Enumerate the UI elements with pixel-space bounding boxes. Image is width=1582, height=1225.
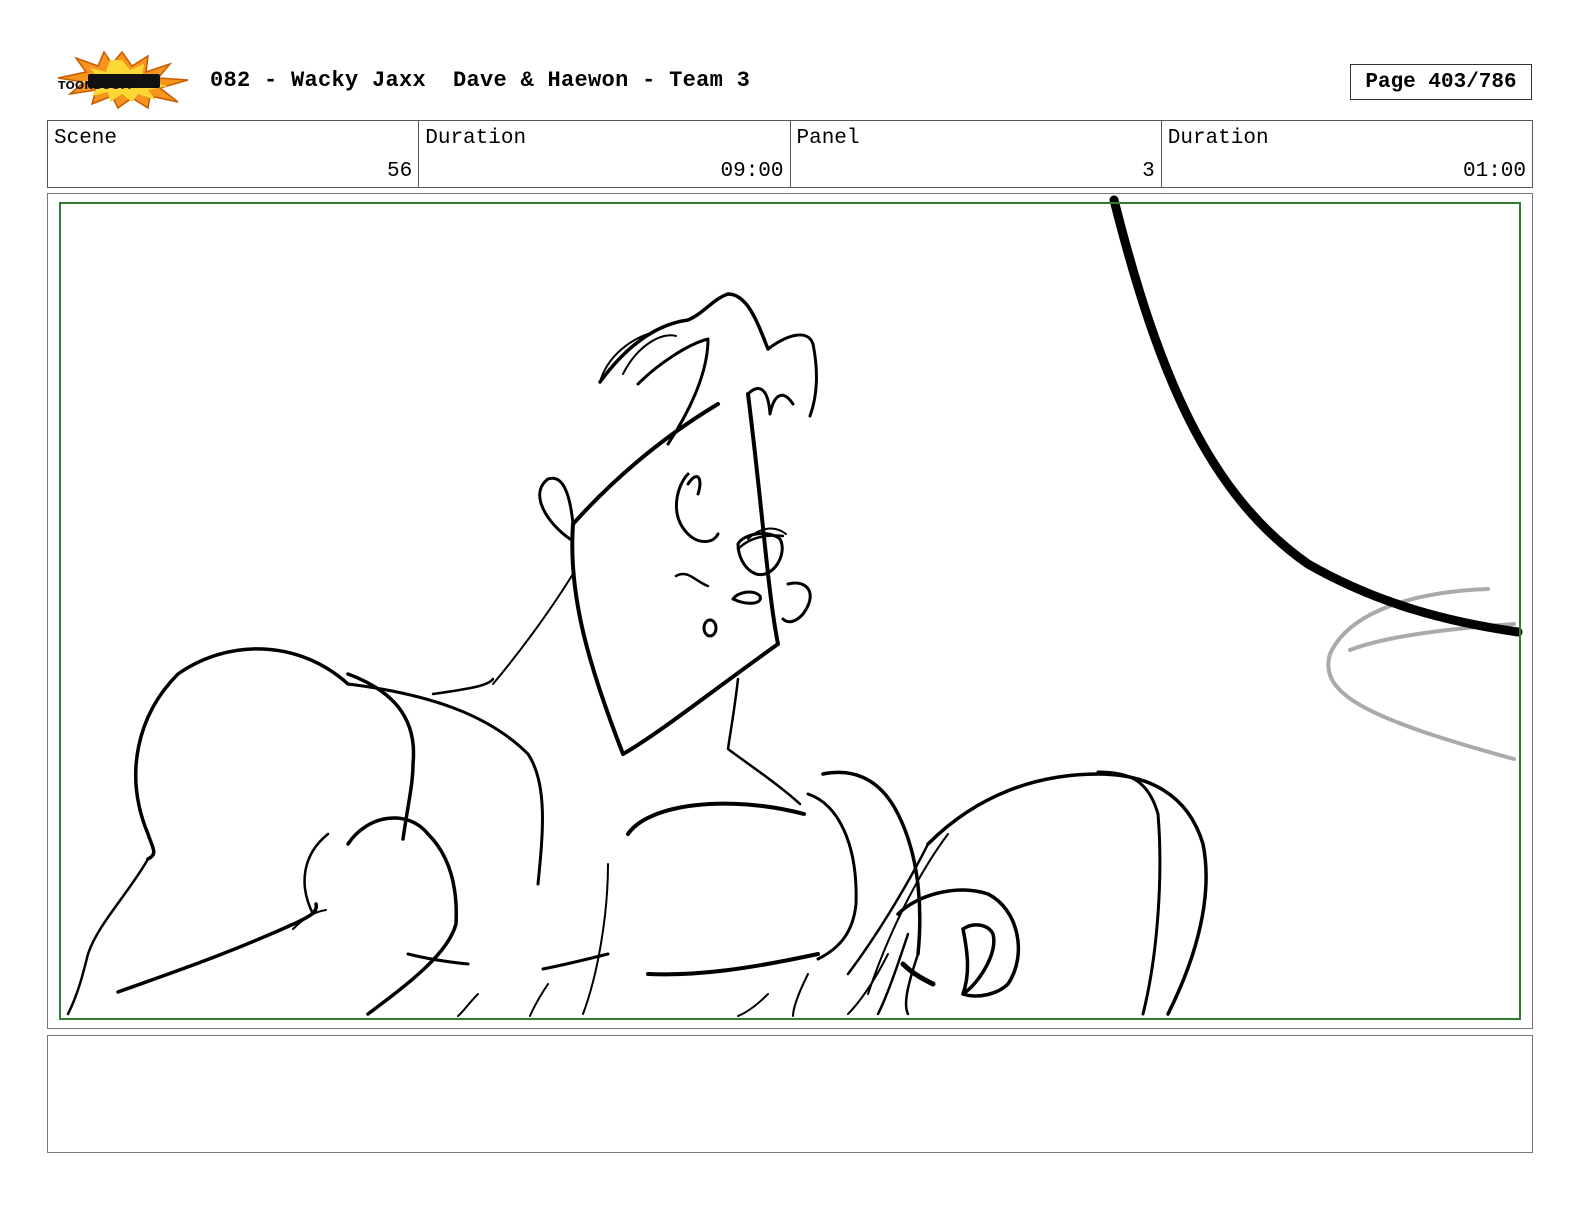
panel-image-frame (47, 193, 1533, 1029)
panel-notes-box (47, 1035, 1533, 1153)
storyboard-title: 082 - Wacky Jaxx Dave & Haewon - Team 3 (210, 68, 751, 93)
panel-sketch (66, 195, 1523, 1017)
toonboom-logo: TOONBOOM (57, 50, 189, 110)
panel-duration-cell: Duration 01:00 (1162, 121, 1532, 187)
panel-duration-value: 01:00 (1462, 160, 1526, 183)
scene-cell: Scene 56 (48, 121, 420, 187)
scene-label: Scene (54, 127, 118, 150)
scene-duration-value: 09:00 (720, 160, 784, 183)
panel-info-row: Scene 56 Duration 09:00 Panel 3 Duration… (47, 120, 1533, 188)
page-indicator: Page 403/786 (1350, 64, 1532, 100)
panel-value: 3 (1142, 160, 1155, 183)
panel-label: Panel (796, 127, 860, 150)
panel-cell: Panel 3 (791, 121, 1162, 187)
panel-duration-label: Duration (1167, 127, 1269, 150)
scene-duration-label: Duration (425, 127, 527, 150)
scene-value: 56 (387, 160, 413, 183)
logo-text: TOONBOOM (58, 79, 131, 92)
scene-duration-cell: Duration 09:00 (419, 121, 791, 187)
